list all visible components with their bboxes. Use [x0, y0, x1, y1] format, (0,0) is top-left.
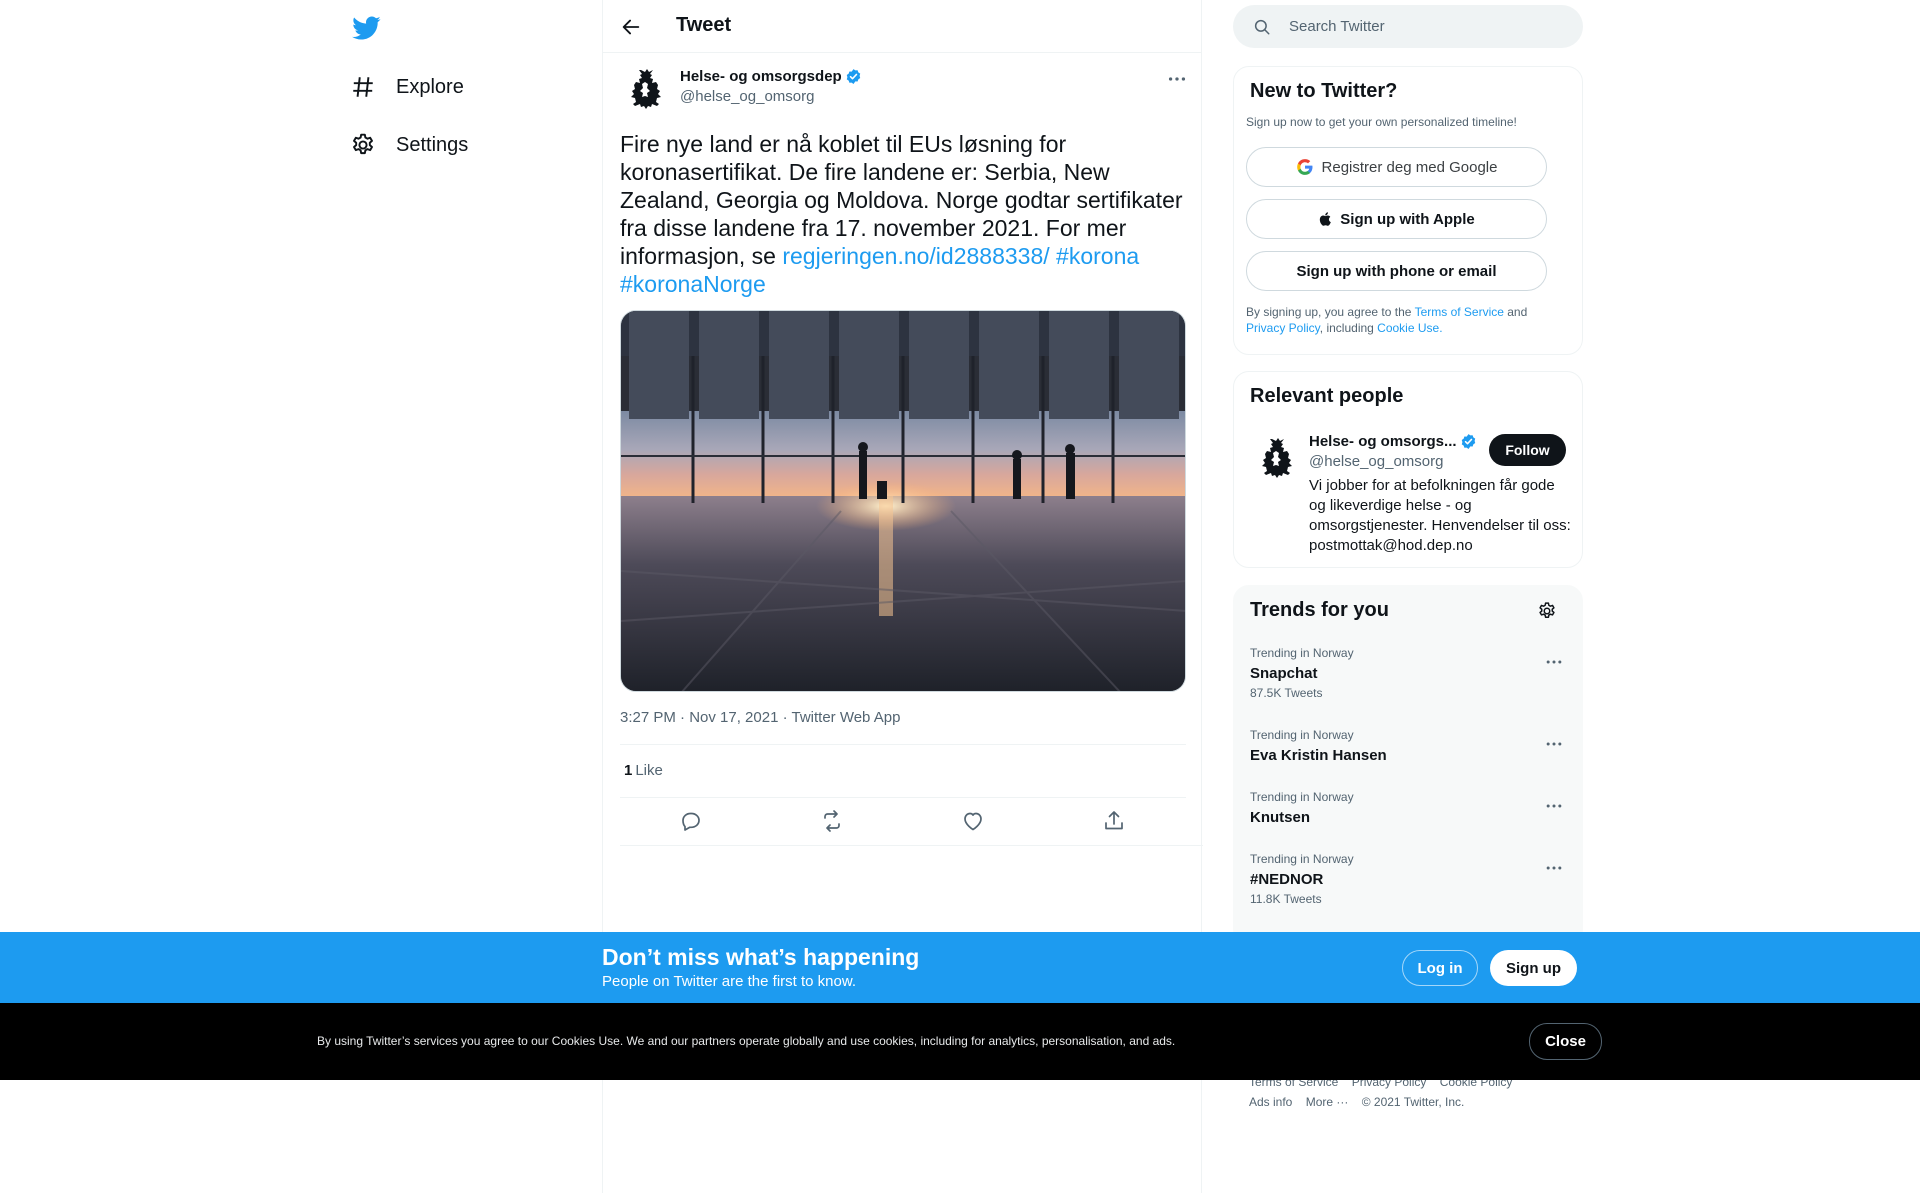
- signup-subtitle: Sign up now to get your own personalized…: [1246, 115, 1517, 129]
- twitter-bird-icon[interactable]: [349, 13, 383, 43]
- footer-more-link[interactable]: More ···: [1306, 1095, 1349, 1109]
- cookie-use-link[interactable]: Cookie Use.: [1377, 321, 1442, 335]
- tweet-header: Tweet: [603, 0, 1201, 53]
- verified-badge-icon: [846, 69, 860, 84]
- nav-settings-label: Settings: [396, 133, 469, 156]
- google-signup-label: Registrer deg med Google: [1321, 158, 1498, 176]
- google-signup-button[interactable]: Registrer deg med Google: [1246, 147, 1547, 187]
- phone-signup-label: Sign up with phone or email: [1296, 262, 1497, 280]
- prompt-subtitle: People on Twitter are the first to know.: [602, 973, 857, 990]
- privacy-link[interactable]: Privacy Policy: [1246, 321, 1320, 335]
- signup-card: New to Twitter? Sign up now to get your …: [1233, 66, 1583, 355]
- relevant-people-card: Relevant people Helse- og omsorgs... @he…: [1233, 371, 1583, 568]
- search-icon: [1254, 19, 1270, 35]
- author-avatar[interactable]: [625, 66, 665, 112]
- page-title: Tweet: [676, 14, 732, 36]
- legal-text: By signing up, you agree to the: [1246, 305, 1415, 319]
- retweet-icon[interactable]: [820, 809, 844, 833]
- person-avatar[interactable]: [1256, 435, 1296, 481]
- nav-explore[interactable]: Explore: [350, 67, 464, 107]
- hashtag-korona[interactable]: #korona: [1056, 243, 1139, 269]
- likes-count: 1: [624, 762, 633, 779]
- tweet-text: Fire nye land er nå koblet til EUs løsni…: [620, 130, 1190, 298]
- trends-title: Trends for you: [1250, 599, 1389, 621]
- search-input[interactable]: [1289, 5, 1569, 48]
- tweet-image[interactable]: [620, 310, 1186, 692]
- nav-explore-label: Explore: [396, 75, 464, 98]
- signup-prompt-bar: Don’t miss what’s happening People on Tw…: [0, 932, 1920, 1003]
- person-handle[interactable]: @helse_og_omsorg: [1309, 453, 1443, 470]
- likes-label: Like: [635, 762, 663, 779]
- hashtag-icon: [353, 77, 373, 97]
- tweet-link[interactable]: regjeringen.no/id2888338/: [782, 243, 1049, 269]
- trend-name: Eva Kristin Hansen: [1250, 747, 1387, 764]
- share-icon[interactable]: [1102, 809, 1126, 833]
- footer-links: Ads info More ··· © 2021 Twitter, Inc.: [1249, 1095, 1474, 1109]
- login-button[interactable]: Log in: [1402, 950, 1478, 986]
- divider: [620, 744, 1186, 745]
- likes-row[interactable]: 1 Like: [624, 762, 663, 779]
- heart-icon[interactable]: [961, 809, 985, 833]
- signup-title: New to Twitter?: [1250, 80, 1398, 102]
- trend-name: Snapchat: [1250, 665, 1318, 682]
- relevant-people-title: Relevant people: [1250, 385, 1404, 407]
- trend-context: Trending in Norway: [1250, 646, 1354, 660]
- verified-badge-icon: [1461, 434, 1475, 449]
- trends-card: Trends for you Trending in Norway Snapch…: [1233, 585, 1583, 945]
- cookie-text-part: . We and our partners operate globally a…: [619, 1034, 1176, 1048]
- divider: [620, 845, 1203, 846]
- cookie-text: By using Twitter’s services you agree to…: [317, 1034, 1175, 1048]
- trend-name: Knutsen: [1250, 809, 1310, 826]
- footer-copyright: © 2021 Twitter, Inc.: [1361, 1095, 1465, 1109]
- signup-legal-text: By signing up, you agree to the Terms of…: [1246, 304, 1566, 336]
- google-icon: [1296, 159, 1313, 175]
- terms-link[interactable]: Terms of Service: [1415, 305, 1504, 319]
- divider: [620, 797, 1186, 798]
- trend-count: 87.5K Tweets: [1250, 686, 1323, 700]
- author-name[interactable]: Helse- og omsorgsdep: [680, 68, 842, 85]
- trend-context: Trending in Norway: [1250, 790, 1354, 804]
- apple-signup-button[interactable]: Sign up with Apple: [1246, 199, 1547, 239]
- more-options-icon[interactable]: [1544, 796, 1564, 816]
- more-options-icon[interactable]: [1544, 734, 1564, 754]
- cookie-banner: By using Twitter’s services you agree to…: [0, 1003, 1920, 1080]
- person-name-row[interactable]: Helse- og omsorgs...: [1309, 433, 1477, 450]
- hashtag-koronanorge[interactable]: #koronaNorge: [620, 271, 766, 297]
- trend-count: 11.8K Tweets: [1250, 892, 1322, 906]
- reply-icon[interactable]: [679, 809, 703, 833]
- legal-text: , including: [1319, 321, 1378, 335]
- search-box[interactable]: [1233, 5, 1583, 48]
- trend-context: Trending in Norway: [1250, 852, 1354, 866]
- footer-ads-link[interactable]: Ads info: [1249, 1095, 1292, 1109]
- prompt-title: Don’t miss what’s happening: [602, 944, 920, 970]
- trend-context: Trending in Norway: [1250, 728, 1354, 742]
- more-options-icon[interactable]: [1544, 652, 1564, 672]
- trend-name: #NEDNOR: [1250, 871, 1324, 888]
- back-arrow-icon[interactable]: [620, 16, 642, 38]
- legal-text: and: [1503, 305, 1528, 319]
- person-name[interactable]: Helse- og omsorgs...: [1309, 433, 1457, 450]
- more-options-icon[interactable]: [1544, 858, 1564, 878]
- person-bio: Vi jobber for at befolkningen får gode o…: [1309, 477, 1571, 554]
- gear-icon: [353, 133, 373, 155]
- author-name-row[interactable]: Helse- og omsorgsdep: [680, 68, 862, 85]
- tweet-timestamp[interactable]: 3:27 PM · Nov 17, 2021 · Twitter Web App: [620, 709, 900, 726]
- gear-icon[interactable]: [1537, 601, 1557, 621]
- apple-icon: [1320, 212, 1332, 226]
- signup-button[interactable]: Sign up: [1490, 950, 1577, 986]
- phone-email-signup-button[interactable]: Sign up with phone or email: [1246, 251, 1547, 291]
- more-options-icon[interactable]: [1166, 68, 1188, 90]
- close-button[interactable]: Close: [1529, 1023, 1602, 1060]
- follow-button[interactable]: Follow: [1489, 434, 1566, 466]
- nav-settings[interactable]: Settings: [350, 125, 468, 165]
- cookies-use-link[interactable]: Cookies Use: [552, 1034, 620, 1048]
- author-handle[interactable]: @helse_og_omsorg: [680, 88, 814, 105]
- cookie-text-part: By using Twitter’s services you agree to…: [317, 1034, 552, 1048]
- apple-signup-label: Sign up with Apple: [1340, 210, 1475, 228]
